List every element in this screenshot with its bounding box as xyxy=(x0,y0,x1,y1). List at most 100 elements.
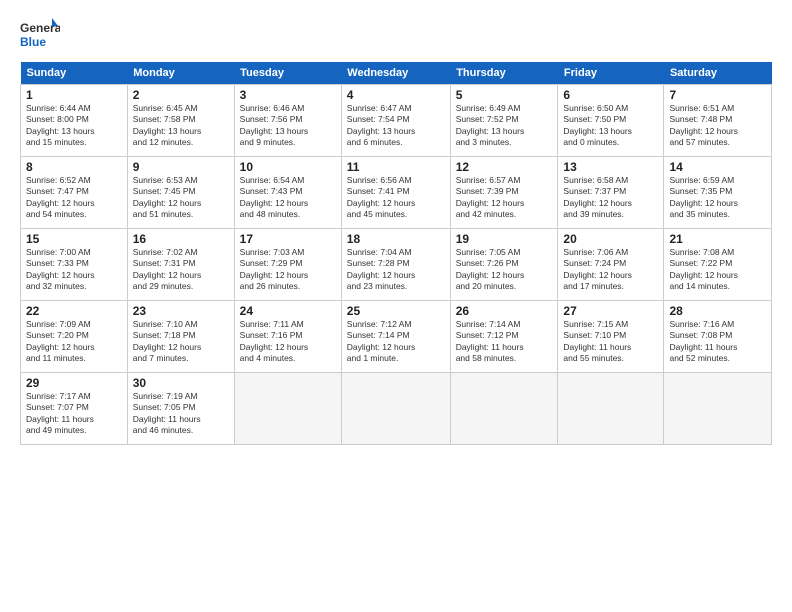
day-cell: 1Sunrise: 6:44 AMSunset: 8:00 PMDaylight… xyxy=(21,85,128,157)
day-number: 13 xyxy=(563,160,658,174)
day-number: 3 xyxy=(240,88,336,102)
day-number: 7 xyxy=(669,88,766,102)
day-cell: 26Sunrise: 7:14 AMSunset: 7:12 PMDayligh… xyxy=(450,301,558,373)
day-number: 11 xyxy=(347,160,445,174)
day-cell: 15Sunrise: 7:00 AMSunset: 7:33 PMDayligh… xyxy=(21,229,128,301)
day-cell: 22Sunrise: 7:09 AMSunset: 7:20 PMDayligh… xyxy=(21,301,128,373)
day-cell: 12Sunrise: 6:57 AMSunset: 7:39 PMDayligh… xyxy=(450,157,558,229)
day-info: Sunrise: 6:50 AMSunset: 7:50 PMDaylight:… xyxy=(563,103,632,147)
day-cell xyxy=(234,373,341,445)
day-cell: 16Sunrise: 7:02 AMSunset: 7:31 PMDayligh… xyxy=(127,229,234,301)
day-cell xyxy=(341,373,450,445)
day-cell: 17Sunrise: 7:03 AMSunset: 7:29 PMDayligh… xyxy=(234,229,341,301)
day-info: Sunrise: 6:56 AMSunset: 7:41 PMDaylight:… xyxy=(347,175,416,219)
day-number: 19 xyxy=(456,232,553,246)
header: General Blue xyxy=(20,16,772,52)
day-cell: 13Sunrise: 6:58 AMSunset: 7:37 PMDayligh… xyxy=(558,157,664,229)
col-header-tuesday: Tuesday xyxy=(234,62,341,85)
day-number: 24 xyxy=(240,304,336,318)
day-info: Sunrise: 7:04 AMSunset: 7:28 PMDaylight:… xyxy=(347,247,416,291)
day-info: Sunrise: 7:03 AMSunset: 7:29 PMDaylight:… xyxy=(240,247,309,291)
day-cell: 6Sunrise: 6:50 AMSunset: 7:50 PMDaylight… xyxy=(558,85,664,157)
day-info: Sunrise: 7:16 AMSunset: 7:08 PMDaylight:… xyxy=(669,319,737,363)
day-info: Sunrise: 6:45 AMSunset: 7:58 PMDaylight:… xyxy=(133,103,202,147)
day-number: 30 xyxy=(133,376,229,390)
day-info: Sunrise: 6:54 AMSunset: 7:43 PMDaylight:… xyxy=(240,175,309,219)
day-cell: 10Sunrise: 6:54 AMSunset: 7:43 PMDayligh… xyxy=(234,157,341,229)
col-header-wednesday: Wednesday xyxy=(341,62,450,85)
day-cell: 24Sunrise: 7:11 AMSunset: 7:16 PMDayligh… xyxy=(234,301,341,373)
col-header-thursday: Thursday xyxy=(450,62,558,85)
day-number: 1 xyxy=(26,88,122,102)
day-info: Sunrise: 7:14 AMSunset: 7:12 PMDaylight:… xyxy=(456,319,524,363)
day-cell: 9Sunrise: 6:53 AMSunset: 7:45 PMDaylight… xyxy=(127,157,234,229)
day-info: Sunrise: 6:49 AMSunset: 7:52 PMDaylight:… xyxy=(456,103,525,147)
day-number: 26 xyxy=(456,304,553,318)
page: General Blue SundayMondayTuesdayWednesda… xyxy=(0,0,792,612)
day-info: Sunrise: 7:08 AMSunset: 7:22 PMDaylight:… xyxy=(669,247,738,291)
day-number: 4 xyxy=(347,88,445,102)
day-number: 16 xyxy=(133,232,229,246)
day-cell: 28Sunrise: 7:16 AMSunset: 7:08 PMDayligh… xyxy=(664,301,772,373)
day-number: 8 xyxy=(26,160,122,174)
day-cell: 14Sunrise: 6:59 AMSunset: 7:35 PMDayligh… xyxy=(664,157,772,229)
day-number: 14 xyxy=(669,160,766,174)
day-number: 9 xyxy=(133,160,229,174)
day-number: 5 xyxy=(456,88,553,102)
svg-text:Blue: Blue xyxy=(20,35,46,49)
day-number: 29 xyxy=(26,376,122,390)
day-cell: 20Sunrise: 7:06 AMSunset: 7:24 PMDayligh… xyxy=(558,229,664,301)
day-cell: 7Sunrise: 6:51 AMSunset: 7:48 PMDaylight… xyxy=(664,85,772,157)
day-cell: 19Sunrise: 7:05 AMSunset: 7:26 PMDayligh… xyxy=(450,229,558,301)
day-number: 10 xyxy=(240,160,336,174)
day-number: 15 xyxy=(26,232,122,246)
day-info: Sunrise: 6:52 AMSunset: 7:47 PMDaylight:… xyxy=(26,175,95,219)
logo-svg: General Blue xyxy=(20,16,60,52)
day-number: 17 xyxy=(240,232,336,246)
logo: General Blue xyxy=(20,16,60,52)
day-cell: 23Sunrise: 7:10 AMSunset: 7:18 PMDayligh… xyxy=(127,301,234,373)
day-number: 20 xyxy=(563,232,658,246)
day-cell: 8Sunrise: 6:52 AMSunset: 7:47 PMDaylight… xyxy=(21,157,128,229)
day-info: Sunrise: 7:15 AMSunset: 7:10 PMDaylight:… xyxy=(563,319,631,363)
day-cell: 29Sunrise: 7:17 AMSunset: 7:07 PMDayligh… xyxy=(21,373,128,445)
day-info: Sunrise: 7:17 AMSunset: 7:07 PMDaylight:… xyxy=(26,391,94,435)
week-row-2: 8Sunrise: 6:52 AMSunset: 7:47 PMDaylight… xyxy=(21,157,772,229)
day-number: 2 xyxy=(133,88,229,102)
day-number: 22 xyxy=(26,304,122,318)
week-row-5: 29Sunrise: 7:17 AMSunset: 7:07 PMDayligh… xyxy=(21,373,772,445)
calendar-table: SundayMondayTuesdayWednesdayThursdayFrid… xyxy=(20,62,772,445)
day-number: 28 xyxy=(669,304,766,318)
day-info: Sunrise: 7:12 AMSunset: 7:14 PMDaylight:… xyxy=(347,319,416,363)
col-header-sunday: Sunday xyxy=(21,62,128,85)
day-cell: 4Sunrise: 6:47 AMSunset: 7:54 PMDaylight… xyxy=(341,85,450,157)
col-header-monday: Monday xyxy=(127,62,234,85)
day-info: Sunrise: 7:02 AMSunset: 7:31 PMDaylight:… xyxy=(133,247,202,291)
day-cell: 3Sunrise: 6:46 AMSunset: 7:56 PMDaylight… xyxy=(234,85,341,157)
day-number: 21 xyxy=(669,232,766,246)
week-row-3: 15Sunrise: 7:00 AMSunset: 7:33 PMDayligh… xyxy=(21,229,772,301)
day-cell: 21Sunrise: 7:08 AMSunset: 7:22 PMDayligh… xyxy=(664,229,772,301)
day-info: Sunrise: 6:57 AMSunset: 7:39 PMDaylight:… xyxy=(456,175,525,219)
day-number: 12 xyxy=(456,160,553,174)
day-info: Sunrise: 7:11 AMSunset: 7:16 PMDaylight:… xyxy=(240,319,309,363)
day-cell: 5Sunrise: 6:49 AMSunset: 7:52 PMDaylight… xyxy=(450,85,558,157)
day-cell: 25Sunrise: 7:12 AMSunset: 7:14 PMDayligh… xyxy=(341,301,450,373)
day-info: Sunrise: 6:59 AMSunset: 7:35 PMDaylight:… xyxy=(669,175,738,219)
col-header-friday: Friday xyxy=(558,62,664,85)
day-number: 6 xyxy=(563,88,658,102)
day-info: Sunrise: 7:00 AMSunset: 7:33 PMDaylight:… xyxy=(26,247,95,291)
day-info: Sunrise: 6:58 AMSunset: 7:37 PMDaylight:… xyxy=(563,175,632,219)
day-cell xyxy=(664,373,772,445)
day-cell: 30Sunrise: 7:19 AMSunset: 7:05 PMDayligh… xyxy=(127,373,234,445)
day-info: Sunrise: 7:19 AMSunset: 7:05 PMDaylight:… xyxy=(133,391,201,435)
day-number: 27 xyxy=(563,304,658,318)
day-number: 18 xyxy=(347,232,445,246)
day-info: Sunrise: 6:53 AMSunset: 7:45 PMDaylight:… xyxy=(133,175,202,219)
day-cell xyxy=(450,373,558,445)
day-cell: 18Sunrise: 7:04 AMSunset: 7:28 PMDayligh… xyxy=(341,229,450,301)
day-cell: 11Sunrise: 6:56 AMSunset: 7:41 PMDayligh… xyxy=(341,157,450,229)
day-info: Sunrise: 7:10 AMSunset: 7:18 PMDaylight:… xyxy=(133,319,202,363)
day-info: Sunrise: 6:51 AMSunset: 7:48 PMDaylight:… xyxy=(669,103,738,147)
day-info: Sunrise: 7:09 AMSunset: 7:20 PMDaylight:… xyxy=(26,319,95,363)
